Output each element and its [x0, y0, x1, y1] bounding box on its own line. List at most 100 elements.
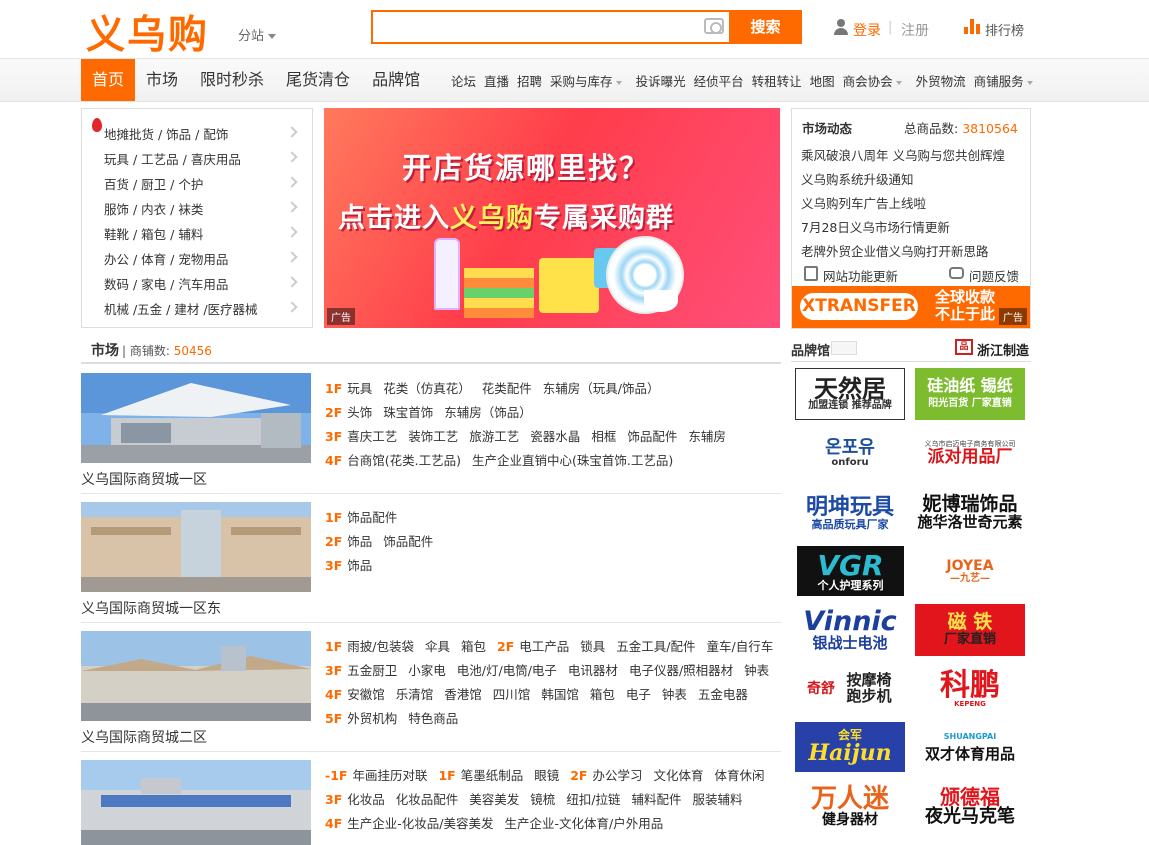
floor-item[interactable]: 电子仪器/照相器材: [629, 663, 733, 678]
floor-item[interactable]: 五金工具/配件: [616, 639, 695, 654]
brand-logo[interactable]: 明坤玩具 高品质玩具厂家: [795, 487, 905, 539]
brand-logo[interactable]: 磁 铁厂家直销: [915, 604, 1025, 656]
register-link[interactable]: 注册: [901, 20, 929, 40]
category-item[interactable]: 百货 / 厨卫 / 个护: [104, 174, 203, 193]
brand-logo[interactable]: 万人迷 健身器材: [795, 781, 905, 833]
brand-logo[interactable]: 天然居 加盟连锁 推荐品牌: [795, 368, 905, 420]
category-item[interactable]: 地摊批货 / 饰品 / 配饰: [104, 124, 228, 143]
floor-item[interactable]: 办公学习: [592, 768, 642, 783]
floor-item[interactable]: 化妆品: [347, 792, 385, 807]
floor-item[interactable]: 东辅房: [688, 429, 726, 444]
floor-item[interactable]: 安徽馆: [347, 687, 385, 702]
news-item[interactable]: 乘风破浪八周年 义乌购与您共创辉煌: [801, 145, 1005, 164]
news-item[interactable]: 义乌购系统升级通知: [801, 169, 914, 188]
floor-item[interactable]: 珠宝首饰: [383, 405, 433, 420]
search-button[interactable]: 搜索: [729, 10, 802, 44]
mall-name[interactable]: 义乌国际商贸城一区: [81, 469, 207, 489]
mall-image[interactable]: [81, 760, 311, 845]
branch-dropdown[interactable]: 分站: [238, 25, 276, 44]
floor-item[interactable]: 饰品配件: [383, 534, 433, 549]
site-logo[interactable]: 义乌购: [86, 4, 209, 60]
brand-logo[interactable]: 义乌市启迈电子商务有限公司 派对用品厂: [915, 428, 1025, 480]
floor-item[interactable]: 旅游工艺: [469, 429, 519, 444]
floor-item[interactable]: 箱包: [590, 687, 615, 702]
floor-item[interactable]: 辅料配件: [632, 792, 682, 807]
floor-item[interactable]: 花类配件: [482, 381, 532, 396]
subnav-chamber[interactable]: 商会协会: [843, 59, 902, 101]
floor-item[interactable]: 四川馆: [493, 687, 531, 702]
floor-item[interactable]: 东辅房（饰品）: [444, 405, 532, 420]
news-item[interactable]: 老牌外贸企业借义乌购打开新思路: [801, 241, 989, 260]
category-item[interactable]: 玩具 / 工艺品 / 喜庆用品: [104, 149, 241, 168]
floor-item[interactable]: 玩具: [347, 381, 372, 396]
subnav-jobs[interactable]: 招聘: [517, 59, 542, 101]
floor-item[interactable]: 电工产品: [519, 639, 569, 654]
nav-brand-hall[interactable]: 品牌馆: [361, 59, 431, 101]
floor-item[interactable]: 乐清馆: [396, 687, 434, 702]
floor-item[interactable]: 体育休闲: [715, 768, 765, 783]
floor-item[interactable]: 化妆品配件: [396, 792, 459, 807]
floor-item[interactable]: 电池/灯/电筒/电子: [457, 663, 557, 678]
nav-market[interactable]: 市场: [135, 59, 189, 101]
subnav-map[interactable]: 地图: [810, 59, 835, 101]
site-update-link[interactable]: 网站功能更新: [823, 266, 898, 285]
subnav-sublet[interactable]: 转租转让: [752, 59, 802, 101]
floor-item[interactable]: 头饰: [347, 405, 372, 420]
nav-flash-sale[interactable]: 限时秒杀: [189, 59, 275, 101]
zhejiang-made-link[interactable]: 浙江制造: [977, 340, 1029, 359]
floor-item[interactable]: 饰品: [347, 558, 372, 573]
floor-item[interactable]: 饰品: [347, 534, 372, 549]
category-item[interactable]: 数码 / 家电 / 汽车用品: [104, 274, 228, 293]
floor-item[interactable]: 特色商品: [408, 711, 458, 726]
mall-name[interactable]: 义乌国际商贸城二区: [81, 727, 207, 747]
brand-logo[interactable]: 온포유 onforu: [795, 428, 905, 480]
brand-logo[interactable]: JOYEA —九艺—: [915, 546, 1025, 598]
floor-item[interactable]: 饰品配件: [627, 429, 677, 444]
floor-item[interactable]: 箱包: [461, 639, 486, 654]
xtransfer-ad[interactable]: XTRANSFER 全球收款 不止于此 广告: [792, 286, 1030, 328]
floor-item[interactable]: 生产企业-化妆品/美容美发: [347, 816, 493, 831]
floor-item[interactable]: 童车/自行车: [707, 639, 774, 654]
feedback-link[interactable]: 问题反馈: [969, 266, 1019, 285]
floor-item[interactable]: 生产企业直销中心(珠宝首饰.工艺品): [472, 453, 673, 468]
floor-item[interactable]: 钟表: [744, 663, 769, 678]
subnav-shop-service[interactable]: 商铺服务: [974, 59, 1033, 101]
floor-item[interactable]: 东辅房（玩具/饰品）: [543, 381, 660, 396]
subnav-purchase[interactable]: 采购与库存: [550, 59, 622, 101]
subnav-forum[interactable]: 论坛: [451, 59, 476, 101]
floor-item[interactable]: 笔墨纸制品: [461, 768, 524, 783]
floor-item[interactable]: 眼镜: [534, 768, 559, 783]
mall-image[interactable]: [81, 502, 311, 592]
nav-home[interactable]: 首页: [81, 59, 136, 101]
floor-item[interactable]: 生产企业-文化体育/户外用品: [504, 816, 663, 831]
brand-logo[interactable]: 科鹏 KEPENG: [915, 663, 1025, 715]
floor-item[interactable]: 台商馆(花类.工艺品): [347, 453, 461, 468]
subnav-live[interactable]: 直播: [484, 59, 509, 101]
login-link[interactable]: 登录: [853, 20, 881, 40]
floor-item[interactable]: 电子: [626, 687, 651, 702]
mall-image[interactable]: [81, 373, 311, 463]
camera-icon[interactable]: [704, 18, 724, 34]
subnav-logistics[interactable]: 外贸物流: [916, 59, 966, 101]
floor-item[interactable]: 年画挂历对联: [352, 768, 427, 783]
category-item[interactable]: 办公 / 体育 / 宠物用品: [104, 249, 228, 268]
floor-item[interactable]: 香港馆: [444, 687, 482, 702]
rank-link[interactable]: 排行榜: [985, 20, 1024, 39]
brand-logo[interactable]: Vinnic 银战士电池: [795, 604, 905, 656]
floor-item[interactable]: 瓷器水晶: [530, 429, 580, 444]
floor-item[interactable]: 花类（仿真花）: [383, 381, 471, 396]
category-item[interactable]: 机械 /五金 / 建材 /医疗器械: [104, 299, 258, 318]
floor-item[interactable]: 伞具: [425, 639, 450, 654]
brand-logo[interactable]: SHUANGPAI 双才体育用品: [915, 722, 1025, 774]
floor-item[interactable]: 喜庆工艺: [347, 429, 397, 444]
floor-item[interactable]: 五金电器: [698, 687, 748, 702]
category-item[interactable]: 鞋靴 / 箱包 / 辅料: [104, 224, 203, 243]
floor-item[interactable]: 外贸机构: [347, 711, 397, 726]
promo-banner[interactable]: 开店货源哪里找？ 点击进入义乌购专属采购群 广告: [324, 108, 780, 328]
floor-item[interactable]: 雨披/包装袋: [347, 639, 414, 654]
brand-logo[interactable]: 会军 Haijun: [795, 722, 905, 772]
floor-item[interactable]: 文化体育: [654, 768, 704, 783]
floor-item[interactable]: 钟表: [662, 687, 687, 702]
news-item[interactable]: 7月28日义乌市场行情更新: [801, 217, 950, 236]
floor-item[interactable]: 装饰工艺: [408, 429, 458, 444]
